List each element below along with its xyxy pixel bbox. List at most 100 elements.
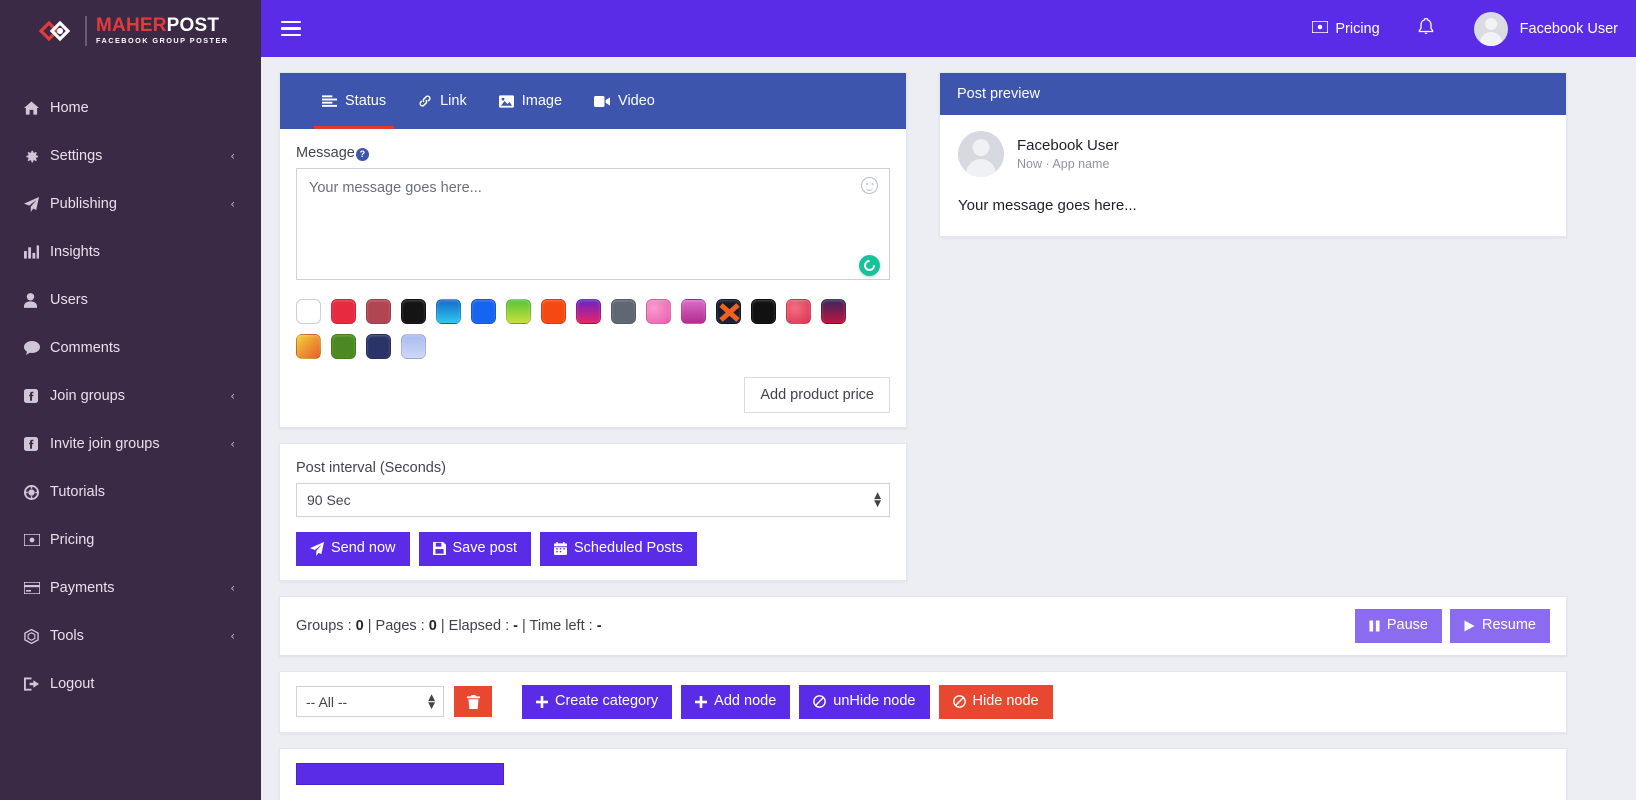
sidebar-item-label: Tutorials bbox=[50, 484, 106, 500]
run-status-text: Groups : 0 | Pages : 0 | Elapsed : - | T… bbox=[296, 618, 602, 634]
post-interval-label: Post interval (Seconds) bbox=[296, 460, 446, 476]
brand-title: MAHERPOST bbox=[96, 15, 229, 36]
credit-card-icon bbox=[24, 582, 50, 594]
run-control-buttons: Pause Resume bbox=[1354, 608, 1550, 643]
chevron-left-icon: ‹ bbox=[230, 197, 235, 211]
hide-node-button[interactable]: Hide node bbox=[938, 684, 1053, 719]
post-action-buttons: Send now Save post Scheduled Posts bbox=[296, 532, 890, 566]
link-icon bbox=[418, 94, 432, 108]
pause-button[interactable]: Pause bbox=[1354, 608, 1442, 643]
sidebar-item-label: Publishing bbox=[50, 196, 117, 212]
button-label: Pause bbox=[1386, 616, 1428, 633]
sidebar-item-comments[interactable]: Comments bbox=[0, 324, 261, 372]
composer-card: Status Link Image Video Message ? Your m… bbox=[279, 72, 907, 428]
sidebar-item-label: Users bbox=[50, 292, 88, 308]
sidebar-nav: Home Settings ‹ Publishing ‹ Insights Us… bbox=[0, 61, 261, 708]
sidebar-item-label: Join groups bbox=[50, 388, 125, 404]
bell-icon[interactable] bbox=[1418, 17, 1434, 39]
facebook-icon bbox=[24, 437, 50, 451]
tab-status[interactable]: Status bbox=[306, 73, 402, 129]
calendar-icon bbox=[554, 542, 567, 556]
brand-subtitle: FACEBOOK GROUP POSTER bbox=[96, 35, 229, 45]
sidebar-item-join-groups[interactable]: Join groups ‹ bbox=[0, 372, 261, 420]
message-label-row: Message ? bbox=[296, 145, 890, 161]
color-swatch[interactable] bbox=[401, 334, 426, 359]
sidebar-item-label: Pricing bbox=[50, 532, 95, 548]
plus-icon bbox=[695, 695, 708, 708]
button-label: Hide node bbox=[972, 692, 1039, 709]
color-swatch[interactable] bbox=[611, 299, 636, 324]
maherpost-logo-icon bbox=[38, 16, 76, 46]
color-swatch[interactable] bbox=[646, 299, 671, 324]
create-category-button[interactable]: Create category bbox=[522, 684, 673, 719]
avatar bbox=[1473, 11, 1508, 46]
color-swatch[interactable] bbox=[331, 299, 356, 324]
sidebar-item-tools[interactable]: Tools ‹ bbox=[0, 612, 261, 660]
sidebar-item-tutorials[interactable]: Tutorials bbox=[0, 468, 261, 516]
sidebar-item-home[interactable]: Home bbox=[0, 84, 261, 132]
color-swatch[interactable] bbox=[366, 334, 391, 359]
chevron-left-icon: ‹ bbox=[230, 629, 235, 643]
sidebar-item-logout[interactable]: Logout bbox=[0, 660, 261, 708]
sidebar-item-users[interactable]: Users bbox=[0, 276, 261, 324]
unhide-node-button[interactable]: unHide node bbox=[799, 684, 930, 719]
smiley-icon[interactable] bbox=[861, 177, 878, 194]
sidebar-item-invite-join-groups[interactable]: Invite join groups ‹ bbox=[0, 420, 261, 468]
scheduled-posts-button[interactable]: Scheduled Posts bbox=[540, 532, 697, 566]
sidebar-item-insights[interactable]: Insights bbox=[0, 228, 261, 276]
color-swatch[interactable] bbox=[366, 299, 391, 324]
tab-image[interactable]: Image bbox=[483, 73, 578, 129]
delete-category-button[interactable] bbox=[454, 686, 492, 718]
color-swatch[interactable] bbox=[681, 299, 706, 324]
tab-video[interactable]: Video bbox=[578, 73, 671, 129]
chevron-left-icon: ‹ bbox=[230, 581, 235, 595]
message-input[interactable] bbox=[296, 168, 890, 280]
color-swatch[interactable] bbox=[821, 299, 846, 324]
timeleft-value: - bbox=[596, 617, 602, 634]
topbar-pricing-label: Pricing bbox=[1335, 20, 1380, 37]
sidebar-item-payments[interactable]: Payments ‹ bbox=[0, 564, 261, 612]
category-select[interactable]: -- All -- bbox=[296, 686, 444, 718]
add-node-button[interactable]: Add node bbox=[681, 684, 791, 719]
color-swatch[interactable] bbox=[576, 299, 601, 324]
plus-icon bbox=[536, 695, 548, 708]
sidebar-item-publishing[interactable]: Publishing ‹ bbox=[0, 180, 261, 228]
color-swatch[interactable] bbox=[751, 299, 776, 324]
avatar bbox=[958, 131, 1004, 177]
ban-icon bbox=[952, 695, 966, 709]
sidebar-item-pricing[interactable]: Pricing bbox=[0, 516, 261, 564]
resume-button[interactable]: Resume bbox=[1450, 608, 1550, 643]
topbar-user[interactable]: Facebook User bbox=[1473, 11, 1618, 46]
color-swatch[interactable] bbox=[436, 299, 461, 324]
hamburger-icon[interactable] bbox=[281, 16, 307, 42]
color-swatch[interactable] bbox=[296, 334, 321, 359]
send-now-button[interactable]: Send now bbox=[296, 532, 410, 566]
color-swatch[interactable] bbox=[401, 299, 426, 324]
color-swatch-list bbox=[296, 299, 866, 359]
color-swatch[interactable] bbox=[331, 334, 356, 359]
grammarly-icon[interactable] bbox=[859, 255, 880, 276]
post-interval-select[interactable]: 90 Sec bbox=[296, 483, 890, 517]
tab-link[interactable]: Link bbox=[402, 73, 483, 129]
add-product-price-button[interactable]: Add product price bbox=[744, 377, 890, 413]
tab-label: Video bbox=[618, 93, 655, 109]
topbar-pricing-link[interactable]: Pricing bbox=[1311, 19, 1380, 37]
paper-plane-icon bbox=[310, 541, 324, 556]
help-icon[interactable]: ? bbox=[355, 147, 369, 161]
groups-value: 0 bbox=[355, 617, 364, 634]
sidebar-item-settings[interactable]: Settings ‹ bbox=[0, 132, 261, 180]
sign-out-icon bbox=[24, 677, 50, 691]
content-area: Status Link Image Video Message ? Your m… bbox=[261, 57, 1636, 800]
color-swatch[interactable] bbox=[296, 299, 321, 324]
color-swatch[interactable] bbox=[541, 299, 566, 324]
color-swatch[interactable] bbox=[716, 299, 741, 324]
gear-icon bbox=[24, 149, 50, 164]
color-swatch[interactable] bbox=[506, 299, 531, 324]
color-swatch[interactable] bbox=[471, 299, 496, 324]
save-post-button[interactable]: Save post bbox=[418, 532, 531, 566]
composer-tabs: Status Link Image Video bbox=[280, 73, 906, 129]
brand-logo[interactable]: MAHERPOST FACEBOOK GROUP POSTER bbox=[0, 0, 261, 61]
post-preview-card: Post preview Facebook User Now · App nam… bbox=[939, 72, 1567, 237]
money-bill-icon bbox=[1311, 19, 1330, 37]
color-swatch[interactable] bbox=[786, 299, 811, 324]
